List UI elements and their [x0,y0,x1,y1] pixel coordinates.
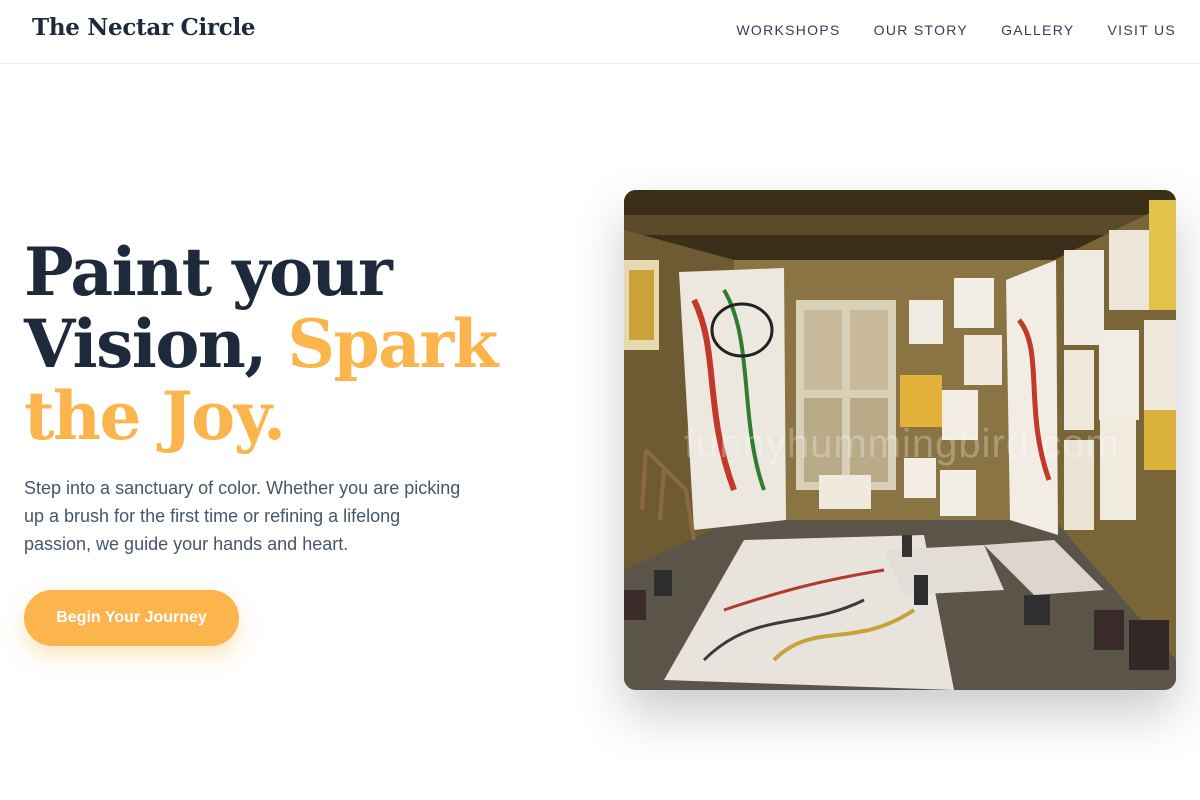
hero-title: Paint your Vision, Spark the Joy. [24,236,584,452]
nav-our-story[interactable]: OUR STORY [874,22,968,38]
hero-description: Step into a sanctuary of color. Whether … [24,478,461,554]
begin-journey-button[interactable]: Begin Your Journey [24,590,239,646]
site-header: The Nectar Circle WORKSHOPS OUR STORY GA… [0,0,1200,64]
brand-logo[interactable]: The Nectar Circle [32,14,256,41]
nav-gallery[interactable]: GALLERY [1001,22,1074,38]
studio-photo: funnyhummingbird.com [624,190,1176,690]
hero-title-accent-1: Spark [287,305,498,383]
main-nav: WORKSHOPS OUR STORY GALLERY VISIT US [736,22,1176,38]
hero-title-accent-2: the Joy. [24,377,286,455]
nav-workshops[interactable]: WORKSHOPS [736,22,840,38]
hero-title-line2: Vision, [24,305,288,383]
hero-title-line1: Paint your [24,233,393,311]
photo-watermark: funnyhummingbird.com [684,422,1120,466]
nav-visit-us[interactable]: VISIT US [1108,22,1177,38]
